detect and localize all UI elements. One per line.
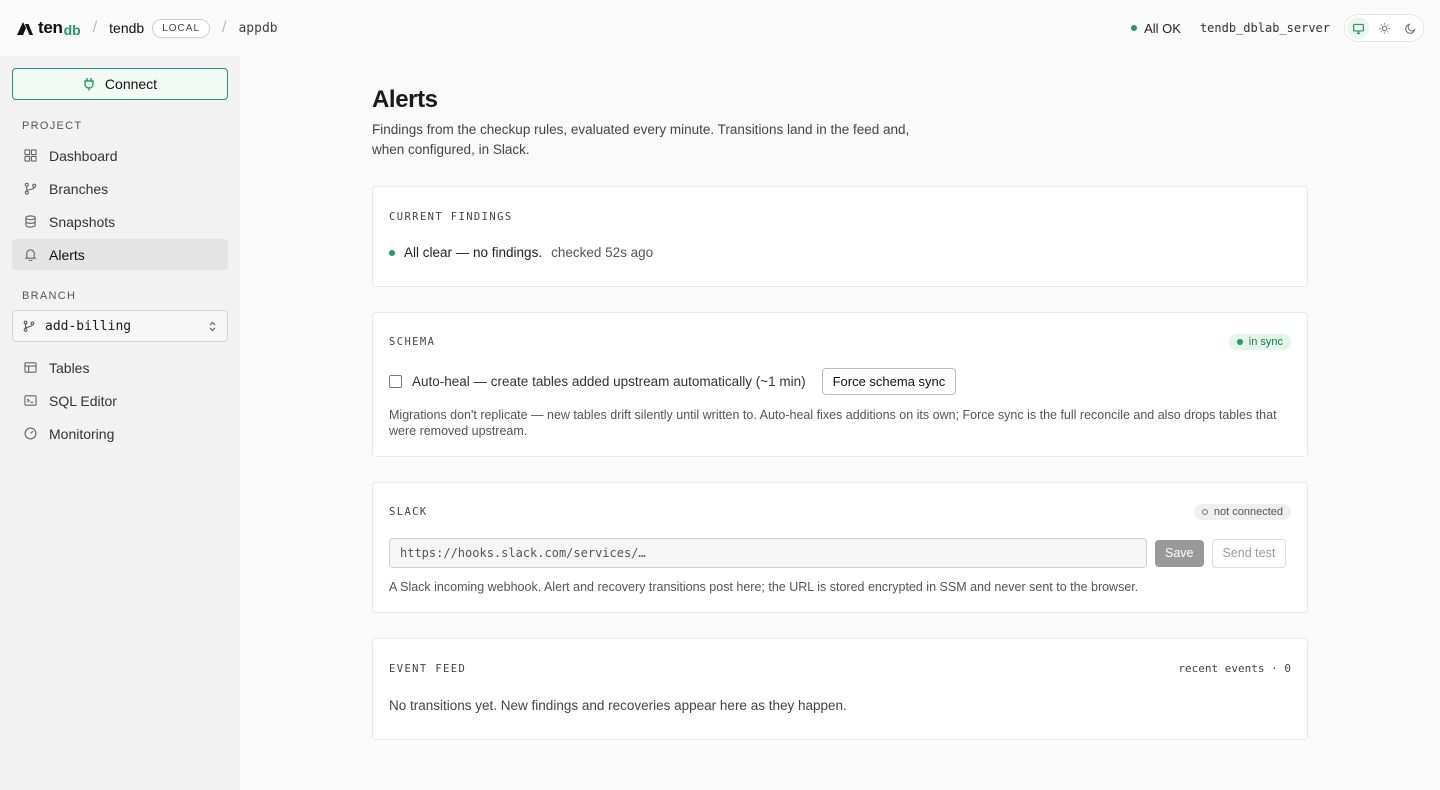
findings-card: CURRENT FINDINGS All clear — no findings… xyxy=(372,186,1308,287)
chevron-updown-icon xyxy=(209,321,216,331)
schema-title: SCHEMA xyxy=(389,336,436,348)
sun-icon xyxy=(1378,22,1390,34)
monitor-icon xyxy=(1352,23,1364,34)
findings-title: CURRENT FINDINGS xyxy=(389,211,513,223)
autoheal-label[interactable]: Auto-heal — create tables added upstream… xyxy=(412,374,806,389)
database-icon xyxy=(25,215,36,228)
sidebar-item-branches[interactable]: Branches xyxy=(12,173,228,204)
sidebar-item-label: Tables xyxy=(49,359,90,376)
table-icon xyxy=(24,362,37,373)
slack-save-button[interactable]: Save xyxy=(1155,539,1204,567)
env-badge: LOCAL xyxy=(152,18,211,38)
sidebar-item-label: Dashboard xyxy=(49,147,118,164)
grid-icon xyxy=(24,149,37,162)
force-schema-sync-button[interactable]: Force schema sync xyxy=(821,368,957,395)
sidebar-item-alerts[interactable]: Alerts xyxy=(12,239,228,270)
slack-status-label: not connected xyxy=(1213,506,1283,518)
sidebar-item-sql-editor[interactable]: SQL Editor xyxy=(12,385,228,416)
status-dot-icon xyxy=(1236,339,1243,345)
slack-note: A Slack incoming webhook. Alert and reco… xyxy=(389,580,1139,594)
findings-checked-time: checked 52s ago xyxy=(551,245,654,260)
theme-light-button[interactable] xyxy=(1373,17,1395,39)
page-title: Alerts xyxy=(372,86,438,113)
schema-status-label: in sync xyxy=(1248,336,1283,348)
sidebar-item-label: Branches xyxy=(49,180,109,197)
status-dot-icon xyxy=(389,249,395,256)
schema-card: SCHEMA in sync Auto-heal — create tables… xyxy=(372,312,1308,457)
sidebar-item-snapshots[interactable]: Snapshots xyxy=(12,206,228,237)
theme-dark-button[interactable] xyxy=(1399,17,1421,39)
connect-button[interactable]: Connect xyxy=(12,68,228,100)
logo-mark-icon xyxy=(17,22,33,35)
logo-text-db: db xyxy=(63,21,81,38)
top-bar: ten db / tendb LOCAL / appdb All OK tend… xyxy=(0,0,1440,56)
sidebar-item-label: Alerts xyxy=(49,246,85,263)
main-content: Alerts Findings from the checkup rules, … xyxy=(372,56,1308,740)
event-feed-empty-message: No transitions yet. New findings and rec… xyxy=(389,698,847,713)
theme-switcher xyxy=(1344,14,1424,42)
findings-status: All clear — no findings. xyxy=(404,245,543,260)
branch-section-label: BRANCH xyxy=(22,290,77,302)
schema-note: Migrations don't replicate — new tables … xyxy=(389,408,1277,438)
findings-status-row: All clear — no findings. checked 52s ago xyxy=(389,245,1291,260)
slack-webhook-input[interactable]: https://hooks.slack.com/services/… xyxy=(389,538,1147,568)
breadcrumb-database[interactable]: appdb xyxy=(238,21,277,36)
sidebar: Connect PROJECT Dashboard Branches Snaps… xyxy=(0,56,240,790)
sidebar-item-monitoring[interactable]: Monitoring xyxy=(12,418,228,449)
slack-title: SLACK xyxy=(389,506,428,518)
git-branch-icon xyxy=(24,182,37,195)
sidebar-item-dashboard[interactable]: Dashboard xyxy=(12,140,228,171)
health-status: All OK xyxy=(1131,21,1181,36)
breadcrumb-separator: / xyxy=(92,19,98,36)
event-feed-title: EVENT FEED xyxy=(389,662,467,675)
sidebar-item-label: SQL Editor xyxy=(49,392,117,409)
project-section-label: PROJECT xyxy=(22,120,83,132)
server-name: tendb_dblab_server xyxy=(1199,21,1330,35)
sidebar-item-tables[interactable]: Tables xyxy=(12,352,228,383)
theme-system-button[interactable] xyxy=(1347,17,1369,39)
gauge-icon xyxy=(24,427,37,440)
branch-selector[interactable]: add-billing xyxy=(12,310,228,342)
autoheal-checkbox[interactable] xyxy=(389,375,402,388)
moon-icon xyxy=(1404,22,1416,34)
breadcrumb-project[interactable]: tendb xyxy=(109,20,144,36)
status-dot-icon xyxy=(1201,509,1208,515)
connect-label: Connect xyxy=(104,76,158,92)
branch-selector-value: add-billing xyxy=(45,318,132,334)
git-branch-icon xyxy=(23,320,35,332)
logo[interactable]: ten db xyxy=(16,18,81,38)
bell-icon xyxy=(24,249,37,261)
health-status-label: All OK xyxy=(1144,20,1181,36)
plug-icon xyxy=(84,78,94,91)
slack-card: SLACK not connected https://hooks.slack.… xyxy=(372,482,1308,613)
slack-send-test-button[interactable]: Send test xyxy=(1211,538,1287,568)
terminal-icon xyxy=(24,395,37,406)
status-dot-icon xyxy=(1131,25,1138,31)
slack-status-badge: not connected xyxy=(1193,504,1291,520)
schema-status-badge: in sync xyxy=(1228,334,1291,350)
event-feed-count: recent events · 0 xyxy=(1178,662,1291,675)
logo-text-ten: ten xyxy=(38,18,63,37)
sidebar-item-label: Monitoring xyxy=(49,425,115,442)
sidebar-item-label: Snapshots xyxy=(49,213,116,230)
breadcrumb-separator: / xyxy=(222,19,227,36)
page-description: Findings from the checkup rules, evaluat… xyxy=(372,122,910,157)
event-feed-card: EVENT FEED recent events · 0 No transiti… xyxy=(372,638,1308,740)
